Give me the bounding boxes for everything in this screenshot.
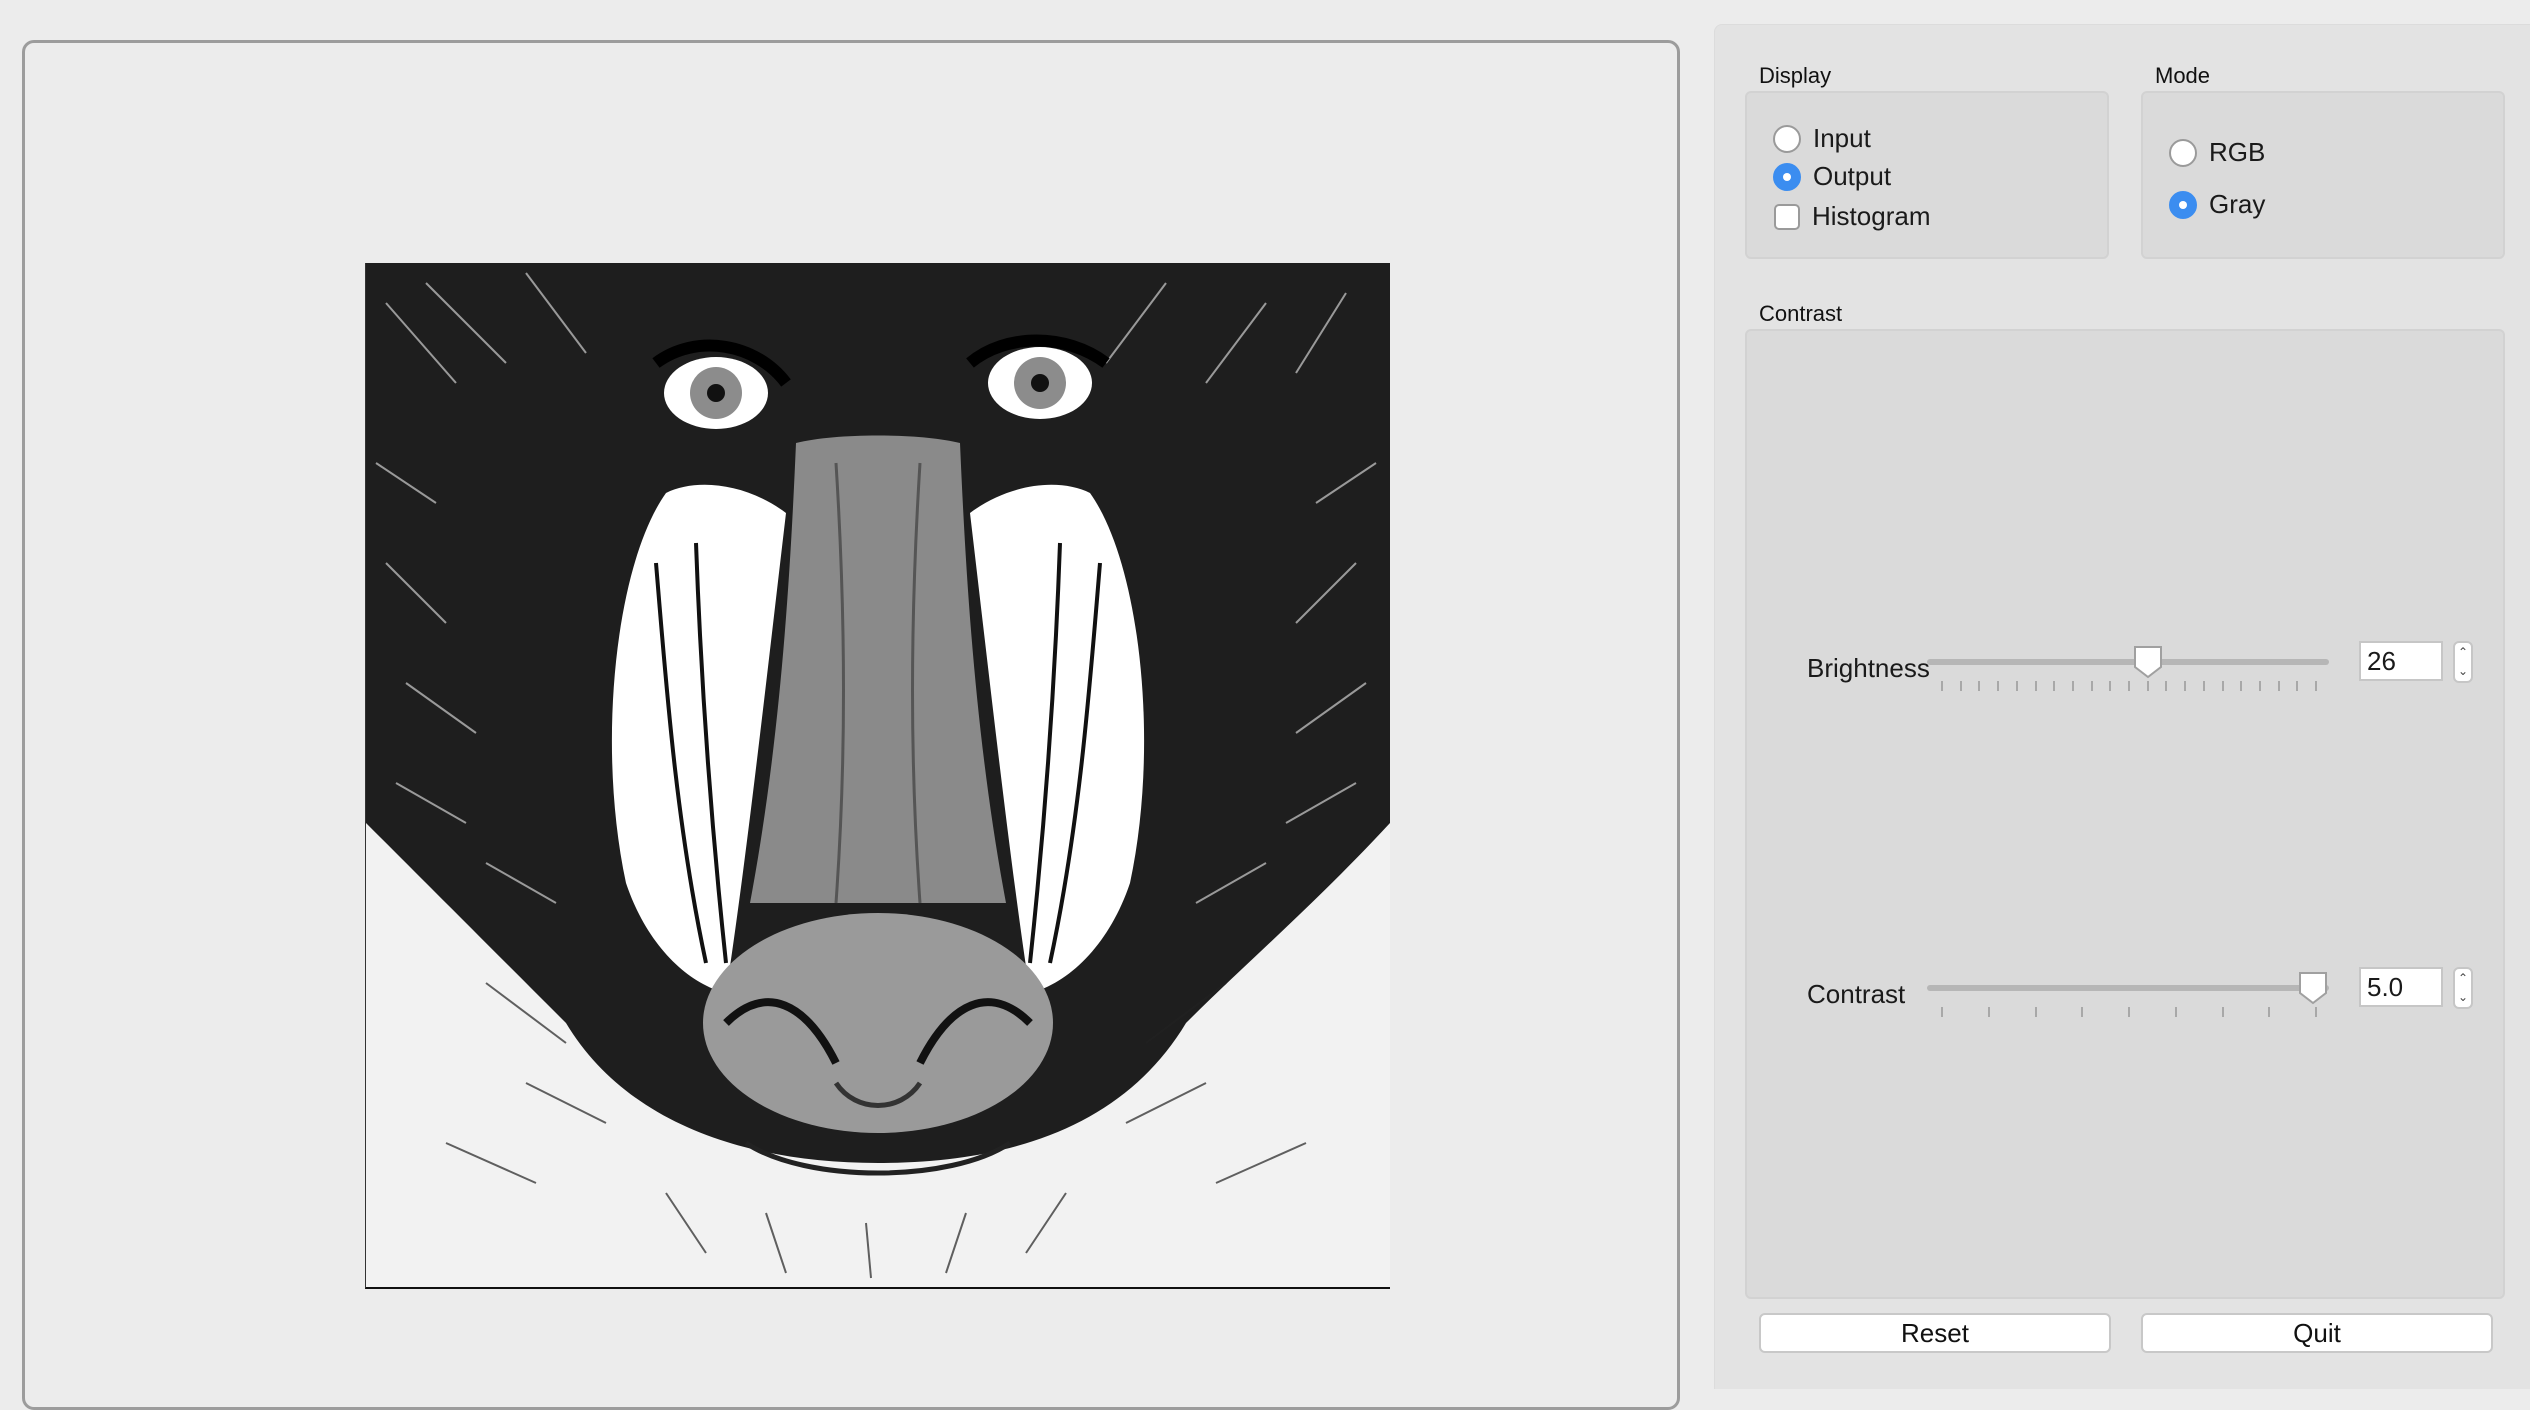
brightness-spin-arrows[interactable]: ⌃ ⌄ bbox=[2453, 641, 2473, 683]
slider-tick bbox=[1941, 1007, 1943, 1017]
slider-tick bbox=[2221, 681, 2224, 691]
mode-group-title: Mode bbox=[2155, 63, 2211, 88]
contrast-group-title: Contrast bbox=[1759, 301, 1843, 326]
slider-tick bbox=[2221, 1007, 2224, 1017]
slider-tick bbox=[2165, 681, 2168, 691]
slider-tick bbox=[2315, 681, 2317, 691]
mandrill-image-icon bbox=[366, 263, 1390, 1287]
control-panel: Display Input Output Histogram Mode RGB … bbox=[1714, 24, 2530, 1389]
slider-tick bbox=[1987, 1007, 1990, 1017]
slider-tick bbox=[2184, 681, 2187, 691]
chevron-down-icon[interactable]: ⌄ bbox=[2455, 988, 2471, 1007]
checkbox-icon bbox=[1774, 203, 1800, 230]
contrast-slider-ticks bbox=[1927, 1007, 2329, 1019]
slider-tick bbox=[2146, 681, 2149, 691]
display-input-radio[interactable]: Input bbox=[1773, 123, 1871, 154]
brightness-label: Brightness bbox=[1807, 653, 1930, 683]
slider-tick bbox=[2268, 1007, 2271, 1017]
slider-tick bbox=[2240, 681, 2243, 691]
brightness-slider-track[interactable] bbox=[1927, 659, 2329, 665]
contrast-slider-thumb[interactable] bbox=[2297, 971, 2329, 1005]
contrast-spin-arrows[interactable]: ⌃ ⌄ bbox=[2453, 967, 2473, 1009]
display-input-label: Input bbox=[1813, 123, 1871, 153]
radio-selected-icon bbox=[1773, 162, 1801, 191]
slider-tick bbox=[1978, 681, 1981, 691]
mode-gray-radio[interactable]: Gray bbox=[2169, 189, 2265, 220]
slider-tick bbox=[2202, 681, 2205, 691]
brightness-slider-thumb[interactable] bbox=[2132, 645, 2164, 679]
contrast-group: Brightness 26 ⌃ ⌄ Contrast 5.0 ⌃ ⌄ bbox=[1745, 329, 2505, 1299]
mode-rgb-radio[interactable]: RGB bbox=[2169, 137, 2265, 168]
display-histogram-label: Histogram bbox=[1812, 201, 1931, 231]
chevron-down-icon[interactable]: ⌄ bbox=[2455, 662, 2471, 681]
output-image bbox=[365, 263, 1390, 1289]
display-group-title: Display bbox=[1759, 63, 1832, 88]
contrast-slider-track[interactable] bbox=[1927, 985, 2329, 991]
display-output-label: Output bbox=[1813, 161, 1892, 191]
slider-tick bbox=[2053, 681, 2056, 691]
brightness-slider-ticks bbox=[1927, 681, 2329, 693]
mode-group: RGB Gray bbox=[2141, 91, 2505, 259]
mode-gray-label: Gray bbox=[2209, 189, 2266, 219]
slider-tick bbox=[2015, 681, 2018, 691]
slider-tick bbox=[2071, 681, 2074, 691]
slider-tick bbox=[2081, 1007, 2084, 1017]
slider-tick bbox=[2090, 681, 2093, 691]
reset-button[interactable]: Reset bbox=[1759, 1313, 2111, 1353]
mode-rgb-label: RGB bbox=[2209, 137, 2266, 167]
slider-tick bbox=[2296, 681, 2299, 691]
slider-tick bbox=[2034, 681, 2037, 691]
slider-tick bbox=[2174, 1007, 2177, 1017]
slider-tick bbox=[2109, 681, 2112, 691]
slider-tick bbox=[1959, 681, 1962, 691]
slider-tick bbox=[1997, 681, 2000, 691]
display-histogram-checkbox[interactable]: Histogram bbox=[1774, 201, 1930, 232]
slider-tick bbox=[2277, 681, 2280, 691]
chevron-up-icon[interactable]: ⌃ bbox=[2455, 969, 2471, 988]
display-output-radio[interactable]: Output bbox=[1773, 161, 1891, 192]
display-group: Input Output Histogram bbox=[1745, 91, 2109, 259]
quit-button[interactable]: Quit bbox=[2141, 1313, 2493, 1353]
slider-tick bbox=[2128, 1007, 2130, 1017]
chevron-up-icon[interactable]: ⌃ bbox=[2455, 643, 2471, 662]
radio-selected-icon bbox=[2169, 190, 2197, 219]
slider-tick bbox=[2315, 1007, 2317, 1017]
contrast-value-input[interactable]: 5.0 bbox=[2359, 967, 2443, 1007]
radio-circle-icon bbox=[2169, 138, 2197, 167]
slider-tick bbox=[1941, 681, 1943, 691]
brightness-row: Brightness 26 ⌃ ⌄ bbox=[1747, 641, 2503, 701]
slider-tick bbox=[2258, 681, 2261, 691]
contrast-row: Contrast 5.0 ⌃ ⌄ bbox=[1747, 967, 2503, 1027]
slider-tick bbox=[2034, 1007, 2037, 1017]
slider-tick bbox=[2128, 681, 2130, 691]
image-canvas-frame bbox=[22, 40, 1680, 1410]
contrast-label: Contrast bbox=[1807, 979, 1906, 1009]
radio-circle-icon bbox=[1773, 124, 1801, 153]
brightness-value-input[interactable]: 26 bbox=[2359, 641, 2443, 681]
